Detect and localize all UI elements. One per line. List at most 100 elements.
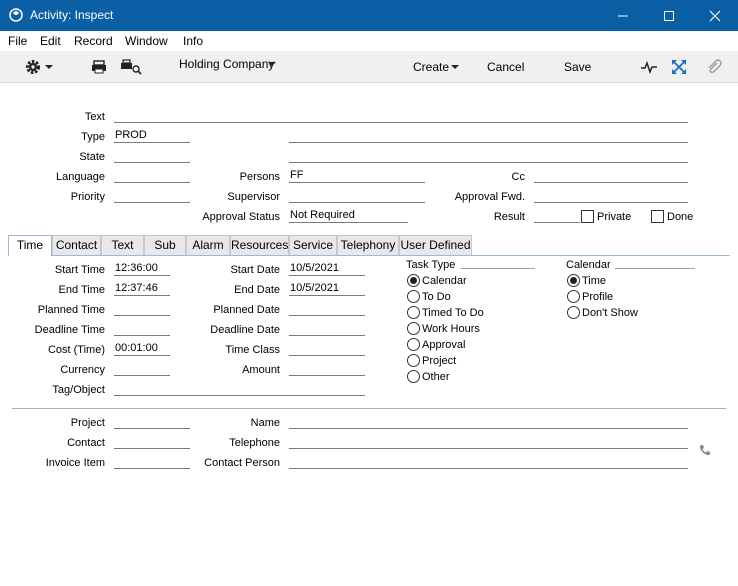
contact-field[interactable] xyxy=(114,435,190,449)
task-type-other-radio[interactable] xyxy=(407,370,420,383)
tag-object-field[interactable] xyxy=(114,382,365,396)
window-title: Activity: Inspect xyxy=(30,8,114,22)
private-label: Private xyxy=(597,211,632,223)
task-type-project-radio[interactable] xyxy=(407,354,420,367)
cost-time-field[interactable]: 00:01:00 xyxy=(114,342,170,356)
calendar-profile-radio[interactable] xyxy=(567,290,580,303)
gear-dropdown-icon[interactable] xyxy=(45,65,53,70)
end-time-field[interactable]: 12:37:46 xyxy=(114,282,170,296)
close-icon xyxy=(709,10,721,21)
maximize-button[interactable] xyxy=(646,0,692,31)
task-type-title: Task Type xyxy=(406,259,456,271)
tab-divider xyxy=(8,255,730,256)
project-label: Project xyxy=(70,417,105,429)
contact-person-field[interactable] xyxy=(289,455,688,469)
menu-edit[interactable]: Edit xyxy=(40,34,61,48)
tab-time[interactable]: Time xyxy=(8,235,52,256)
cancel-button[interactable]: Cancel xyxy=(487,60,524,74)
minimize-button[interactable] xyxy=(600,0,646,31)
deadline-date-field[interactable] xyxy=(289,322,365,336)
private-checkbox[interactable] xyxy=(581,210,594,223)
currency-label: Currency xyxy=(60,364,105,376)
planned-date-field[interactable] xyxy=(289,302,365,316)
menu-info[interactable]: Info xyxy=(183,34,203,48)
amount-field[interactable] xyxy=(289,362,365,376)
minimize-icon xyxy=(618,15,628,16)
name-field[interactable] xyxy=(289,415,688,429)
end-date-field[interactable]: 10/5/2021 xyxy=(289,282,365,296)
type-field[interactable]: PROD xyxy=(114,129,190,143)
currency-field[interactable] xyxy=(114,362,170,376)
tab-contact[interactable]: Contact xyxy=(52,235,101,255)
menu-window[interactable]: Window xyxy=(125,34,168,48)
activity-graph-icon[interactable] xyxy=(640,58,658,76)
planned-time-label: Planned Time xyxy=(37,304,105,316)
print-icon[interactable] xyxy=(90,58,108,76)
title-bar: Activity: Inspect xyxy=(0,0,738,31)
deadline-time-label: Deadline Time xyxy=(34,324,105,336)
task-type-calendar-label: Calendar xyxy=(422,275,467,287)
task-type-timed-todo-label: Timed To Do xyxy=(422,307,484,319)
create-button[interactable]: Create xyxy=(413,60,449,74)
tab-telephony[interactable]: Telephony xyxy=(337,235,399,255)
attachment-icon[interactable] xyxy=(705,58,723,76)
tab-resources[interactable]: Resources xyxy=(230,235,289,255)
supervisor-field[interactable] xyxy=(289,189,425,203)
task-type-divider xyxy=(461,268,535,269)
task-type-timed-todo-radio[interactable] xyxy=(407,306,420,319)
create-dropdown-icon[interactable] xyxy=(451,65,459,70)
calendar-time-radio[interactable] xyxy=(567,274,580,287)
project-field[interactable] xyxy=(114,415,190,429)
deadline-time-field[interactable] xyxy=(114,322,170,336)
tab-service[interactable]: Service xyxy=(289,235,337,255)
task-type-work-hours-radio[interactable] xyxy=(407,322,420,335)
start-time-field[interactable]: 12:36:00 xyxy=(114,262,170,276)
task-type-approval-label: Approval xyxy=(422,339,466,351)
invoice-item-field[interactable] xyxy=(114,455,190,469)
print-preview-icon[interactable] xyxy=(120,58,142,76)
state-field[interactable] xyxy=(114,149,190,163)
amount-label: Amount xyxy=(242,364,280,376)
toolbar: Holding Company Create Cancel Save xyxy=(0,51,738,83)
menu-file[interactable]: File xyxy=(8,34,27,48)
tab-sub[interactable]: Sub xyxy=(144,235,186,255)
task-type-calendar-radio[interactable] xyxy=(407,274,420,287)
telephone-field[interactable] xyxy=(289,435,688,449)
calendar-time-label: Time xyxy=(582,275,607,287)
calendar-title: Calendar xyxy=(566,259,611,271)
result-field[interactable] xyxy=(534,209,580,223)
deadline-date-label: Deadline Date xyxy=(210,324,280,336)
save-button[interactable]: Save xyxy=(564,60,591,74)
state-description-field xyxy=(289,149,688,163)
time-class-label: Time Class xyxy=(225,344,280,356)
close-button[interactable] xyxy=(692,0,738,31)
tab-text[interactable]: Text xyxy=(101,235,144,255)
calendar-dont-show-radio[interactable] xyxy=(567,306,580,319)
expand-icon[interactable] xyxy=(670,58,688,76)
language-field[interactable] xyxy=(114,169,190,183)
company-dropdown-icon[interactable] xyxy=(268,62,276,67)
priority-field[interactable] xyxy=(114,189,190,203)
gear-icon[interactable] xyxy=(24,58,42,76)
planned-time-field[interactable] xyxy=(114,302,170,316)
task-type-todo-radio[interactable] xyxy=(407,290,420,303)
contact-person-label: Contact Person xyxy=(204,457,280,469)
phone-icon[interactable] xyxy=(699,444,711,456)
menu-record[interactable]: Record xyxy=(74,34,113,48)
approval-fwd-field[interactable] xyxy=(534,189,688,203)
start-date-field[interactable]: 10/5/2021 xyxy=(289,262,365,276)
persons-field[interactable]: FF xyxy=(289,169,425,183)
approval-fwd-label: Approval Fwd. xyxy=(454,191,525,203)
tab-alarm[interactable]: Alarm xyxy=(186,235,230,255)
company-selector[interactable]: Holding Company xyxy=(179,57,274,71)
task-type-other-label: Other xyxy=(422,371,450,383)
time-class-field[interactable] xyxy=(289,342,365,356)
task-type-approval-radio[interactable] xyxy=(407,338,420,351)
text-field[interactable] xyxy=(114,109,688,123)
done-checkbox[interactable] xyxy=(651,210,664,223)
type-label: Type xyxy=(81,131,105,143)
planned-date-label: Planned Date xyxy=(213,304,280,316)
tab-user-defined[interactable]: User Defined xyxy=(399,235,472,255)
task-type-project-label: Project xyxy=(422,355,457,367)
cc-field[interactable] xyxy=(534,169,688,183)
